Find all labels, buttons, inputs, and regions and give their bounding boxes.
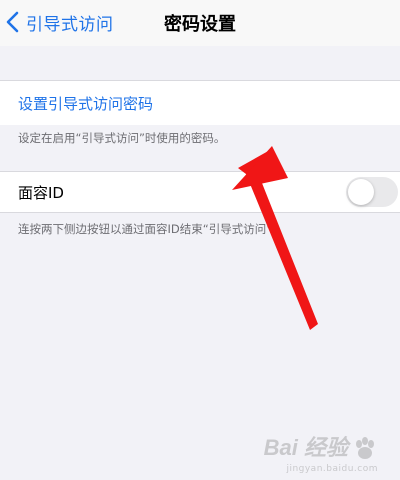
watermark-text: Bai 经验 (263, 435, 348, 460)
passcode-settings-cell[interactable]: 设置引导式访问密码 (0, 80, 400, 125)
baidu-watermark: Bai 经验 jingyan.baidu.com (263, 430, 378, 474)
toggle-knob (348, 179, 374, 205)
page-title: 密码设置 (164, 14, 236, 35)
faceid-cell: 面容ID (0, 171, 400, 213)
passcode-footnote: 设定在启用“引导式访问”时使用的密码。 (18, 131, 226, 145)
watermark-url: jingyan.baidu.com (286, 464, 378, 474)
paw-icon (352, 436, 378, 462)
set-passcode-link[interactable]: 设置引导式访问密码 (18, 93, 153, 114)
faceid-footnote: 连按两下侧边按钮以通过面容ID结束“引导式访问”。 (18, 222, 284, 236)
settings-page: 引导式访问 密码设置 设置引导式访问密码 设定在启用“引导式访问”时使用的密码。… (0, 0, 400, 480)
faceid-toggle[interactable] (346, 177, 398, 207)
faceid-label: 面容ID (18, 184, 64, 202)
red-arrow-annotation (232, 146, 318, 330)
navigation-bar: 引导式访问 密码设置 (0, 0, 400, 46)
